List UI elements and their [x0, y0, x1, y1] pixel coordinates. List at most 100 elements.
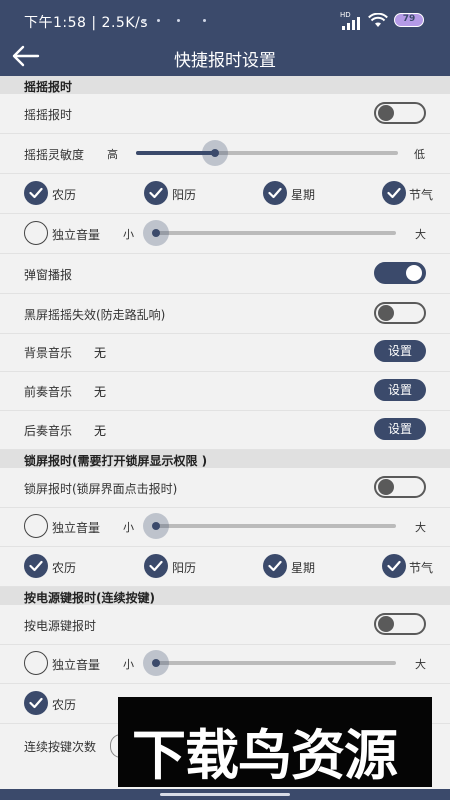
checkbox-lunar[interactable] [24, 554, 48, 578]
volume-max-label: 大 [415, 658, 426, 671]
option-label-weekday: 星期 [291, 188, 316, 202]
volume-slider[interactable] [143, 513, 396, 539]
post-music-value: 无 [94, 424, 107, 438]
checkmark-icon [29, 560, 43, 572]
checkbox-solar-term[interactable] [382, 554, 406, 578]
option-label-solar-term: 节气 [409, 188, 434, 202]
watermark-logo: 下载鸟资源 [118, 697, 432, 787]
checkbox-lunar[interactable] [24, 181, 48, 205]
toggle-knob [378, 479, 394, 495]
volume-min-label: 小 [123, 228, 134, 241]
option-label-lunar: 农历 [52, 188, 77, 202]
status-icons: HD 79 [340, 11, 436, 30]
shake-options-row: 农历 阳历 星期 节气 [0, 174, 450, 214]
option-label-solar: 阳历 [172, 561, 197, 575]
option-label-solar: 阳历 [172, 188, 197, 202]
independent-volume-label: 独立音量 [52, 658, 101, 672]
power-key-toggle-label: 按电源键报时 [24, 619, 97, 633]
app-bar: 快捷报时设置 [0, 40, 450, 76]
shake-toggle-row: 摇摇报时 [0, 94, 450, 134]
screen-off-label: 黑屏摇摇失效(防走路乱响) [24, 308, 166, 322]
independent-volume-checkbox[interactable] [24, 514, 48, 538]
independent-volume-checkbox[interactable] [24, 651, 48, 675]
bg-music-settings-button[interactable]: 设置 [374, 340, 426, 362]
volume-max-label: 大 [415, 228, 426, 241]
volume-min-label: 小 [123, 658, 134, 671]
checkmark-icon [387, 560, 401, 572]
sensitivity-slider[interactable] [136, 140, 398, 166]
post-music-settings-button[interactable]: 设置 [374, 418, 426, 440]
bg-music-value: 无 [94, 346, 107, 360]
popup-toggle[interactable] [374, 262, 426, 284]
slider-thumb[interactable] [143, 220, 169, 246]
sensitivity-low-label: 低 [414, 148, 425, 161]
volume-slider[interactable] [143, 220, 396, 246]
slider-thumb[interactable] [143, 650, 169, 676]
popup-row: 弹窗播报 [0, 254, 450, 294]
option-label-lunar: 农历 [52, 561, 77, 575]
post-music-label: 后奏音乐 [24, 424, 73, 438]
power-key-toggle[interactable] [374, 613, 426, 635]
sensitivity-high-label: 高 [107, 148, 118, 161]
checkmark-icon [387, 187, 401, 199]
volume-max-label: 大 [415, 521, 426, 534]
shake-toggle[interactable] [374, 102, 426, 124]
checkbox-solar-term[interactable] [382, 181, 406, 205]
toggle-knob [378, 305, 394, 321]
shake-volume-row: 独立音量 小 大 [0, 214, 450, 254]
independent-volume-label: 独立音量 [52, 228, 101, 242]
popup-label: 弹窗播报 [24, 268, 73, 282]
section-title-lockscreen: 锁屏报时(需要打开锁屏显示权限 ) [24, 454, 208, 468]
notification-dots-icon [143, 19, 213, 23]
checkmark-icon [29, 187, 43, 199]
lockscreen-toggle-row: 锁屏报时(锁屏界面点击报时) [0, 468, 450, 508]
signal-icon [342, 17, 360, 30]
checkbox-weekday[interactable] [263, 554, 287, 578]
checkmark-icon [29, 697, 43, 709]
press-count-label: 连续按键次数 [24, 740, 97, 754]
screen-off-toggle[interactable] [374, 302, 426, 324]
bg-music-row: 背景音乐 无 设置 [0, 332, 450, 372]
toggle-knob [406, 265, 422, 281]
checkmark-icon [149, 187, 163, 199]
checkbox-weekday[interactable] [263, 181, 287, 205]
screen-off-row: 黑屏摇摇失效(防走路乱响) [0, 294, 450, 334]
option-label-solar-term: 节气 [409, 561, 434, 575]
section-header-lockscreen: 锁屏报时(需要打开锁屏显示权限 ) [0, 450, 450, 468]
checkbox-solar[interactable] [144, 554, 168, 578]
status-time-speed: 下午1:58 | 2.5K/s [24, 15, 149, 31]
slider-thumb[interactable] [201, 140, 228, 166]
slider-thumb[interactable] [143, 513, 169, 539]
home-indicator-bar [0, 789, 450, 800]
checkmark-icon [268, 187, 282, 199]
status-bar: 下午1:58 | 2.5K/s HD 79 [0, 0, 450, 40]
bg-music-label: 背景音乐 [24, 346, 73, 360]
volume-min-label: 小 [123, 521, 134, 534]
volume-slider[interactable] [143, 650, 396, 676]
power-key-volume-row: 独立音量 小 大 [0, 644, 450, 684]
shake-toggle-label: 摇摇报时 [24, 108, 73, 122]
checkbox-solar[interactable] [144, 181, 168, 205]
section-title-shake: 摇摇报时 [24, 80, 73, 94]
pre-music-label: 前奏音乐 [24, 385, 73, 399]
home-indicator[interactable] [160, 793, 290, 796]
section-title-power-key: 按电源键报时(连续按键) [24, 591, 155, 605]
battery-level: 79 [402, 14, 416, 24]
pre-music-row: 前奏音乐 无 设置 [0, 371, 450, 411]
toggle-knob [378, 616, 394, 632]
lockscreen-volume-row: 独立音量 小 大 [0, 507, 450, 547]
lockscreen-options-row: 农历 阳历 星期 节气 [0, 547, 450, 587]
power-key-toggle-row: 按电源键报时 [0, 605, 450, 645]
checkmark-icon [268, 560, 282, 572]
watermark-text: 下载鸟资源 [132, 724, 398, 787]
independent-volume-checkbox[interactable] [24, 221, 48, 245]
pre-music-value: 无 [94, 385, 107, 399]
toggle-knob [378, 105, 394, 121]
independent-volume-label: 独立音量 [52, 521, 101, 535]
option-label-weekday: 星期 [291, 561, 316, 575]
lockscreen-toggle[interactable] [374, 476, 426, 498]
checkbox-lunar[interactable] [24, 691, 48, 715]
page-title: 快捷报时设置 [174, 51, 276, 71]
pre-music-settings-button[interactable]: 设置 [374, 379, 426, 401]
checkmark-icon [149, 560, 163, 572]
